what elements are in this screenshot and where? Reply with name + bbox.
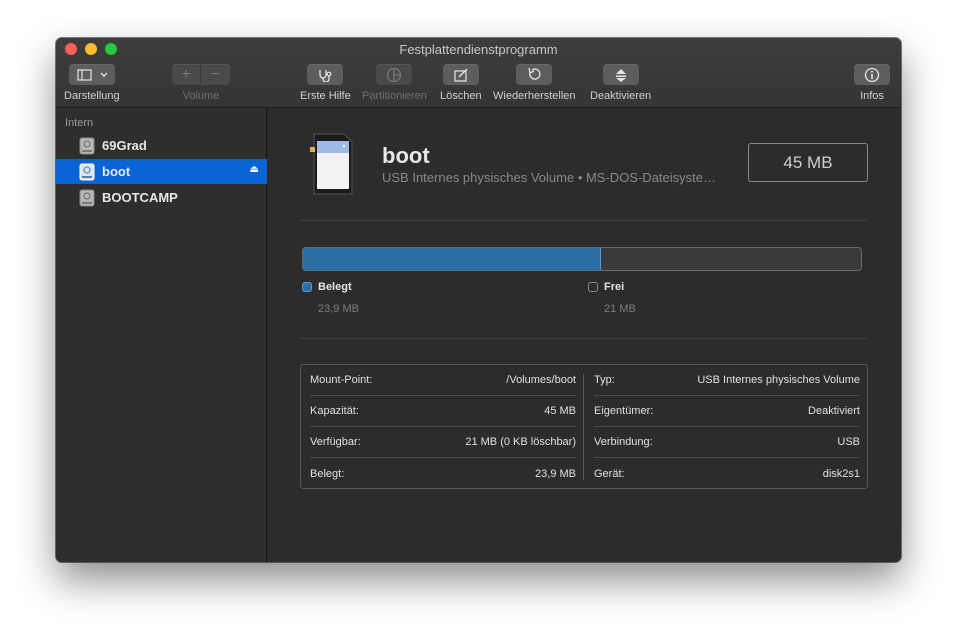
info-row-owners: Eigentümer: Deaktiviert	[594, 396, 860, 427]
eject-icon[interactable]: ⏏	[250, 164, 259, 175]
info-column-divider	[583, 374, 584, 480]
sidebar-view-icon	[77, 68, 108, 81]
view-control: Darstellung	[64, 64, 120, 102]
first-aid-button[interactable]	[307, 64, 344, 85]
sidebar-item-label: BOOTCAMP	[102, 190, 178, 205]
stethoscope-icon	[319, 69, 332, 82]
sidebar-item-boot[interactable]: boot ⏏	[56, 159, 267, 184]
partition-button[interactable]	[376, 64, 413, 85]
erase-icon	[454, 68, 468, 82]
legend-used-label: Belegt	[318, 281, 352, 293]
view-label: Darstellung	[64, 90, 120, 102]
legend-free-value: 21 MB	[604, 303, 636, 315]
info-row-mount-point: Mount-Point: /Volumes/boot	[310, 365, 576, 396]
info-value: Deaktiviert	[808, 405, 860, 417]
unmount-button[interactable]	[602, 64, 639, 85]
restore-button[interactable]	[516, 64, 553, 85]
sidebar-item-label: 69Grad	[102, 138, 147, 153]
unmount-label: Deaktivieren	[590, 90, 652, 102]
info-key: Verfügbar:	[310, 436, 361, 448]
unmount-icon	[615, 68, 626, 82]
legend-used-value: 23,9 MB	[318, 303, 359, 315]
sidebar-item-bootcamp[interactable]: BOOTCAMP	[56, 185, 267, 210]
info-button[interactable]	[854, 64, 890, 85]
info-value: 21 MB (0 KB löschbar)	[465, 436, 576, 448]
minus-icon: −	[210, 65, 221, 83]
restore-icon	[528, 67, 541, 80]
info-value: 45 MB	[544, 405, 576, 417]
info-value: 23,9 MB	[535, 467, 576, 480]
legend-free: Frei 21 MB	[588, 281, 636, 315]
erase-button[interactable]	[442, 64, 479, 85]
info-control: Infos	[854, 64, 890, 102]
volume-label: Volume	[182, 90, 220, 102]
info-key: Verbindung:	[594, 436, 653, 448]
legend-free-label: Frei	[604, 281, 625, 293]
divider	[300, 338, 867, 339]
unmount-control: Deaktivieren	[590, 64, 651, 102]
sidebar: Intern 69Grad boot ⏏ BOOTCAMP	[56, 108, 267, 562]
info-row-type: Typ: USB Internes physisches Volume	[594, 365, 860, 396]
info-key: Gerät:	[594, 467, 625, 480]
volume-control: + − Volume	[172, 64, 230, 102]
info-row-device: Gerät: disk2s1	[594, 458, 860, 489]
info-table: Mount-Point: /Volumes/boot Kapazität: 45…	[300, 364, 868, 489]
info-key: Eigentümer:	[594, 405, 654, 417]
info-row-used: Belegt: 23,9 MB	[310, 458, 576, 489]
sidebar-section-internal: Intern	[65, 117, 94, 129]
info-value: USB Internes physisches Volume	[697, 374, 860, 386]
usage-bar	[302, 247, 862, 271]
restore-label: Wiederherstellen	[493, 90, 576, 102]
info-row-capacity: Kapazität: 45 MB	[310, 396, 576, 427]
main-panel: boot USB Internes physisches Volume • MS…	[268, 108, 901, 562]
first-aid-control: Erste Hilfe	[300, 64, 351, 102]
erase-control: Löschen	[440, 64, 482, 102]
info-row-available: Verfügbar: 21 MB (0 KB löschbar)	[310, 427, 576, 458]
info-key: Mount-Point:	[310, 374, 373, 386]
toolbar: Festplattendienstprogramm Darstellung + …	[56, 38, 901, 108]
divider	[300, 220, 867, 221]
used-swatch	[302, 282, 312, 292]
usage-bar-used	[303, 248, 601, 270]
volume-size: 45 MB	[748, 143, 868, 182]
internal-disk-icon	[79, 163, 95, 180]
info-key: Belegt:	[310, 467, 345, 480]
info-value: disk2s1	[822, 467, 860, 480]
info-key: Kapazität:	[310, 405, 359, 417]
info-value: USB	[837, 436, 860, 448]
plus-icon: +	[181, 65, 191, 83]
info-icon	[864, 67, 880, 82]
volume-subtitle: USB Internes physisches Volume • MS-DOS-…	[382, 170, 717, 185]
erase-label: Löschen	[440, 90, 482, 102]
volume-segment: + −	[172, 64, 230, 85]
sidebar-item-label: boot	[102, 164, 131, 179]
partition-label: Partitionieren	[362, 90, 427, 102]
disk-utility-window: Festplattendienstprogramm Darstellung + …	[56, 38, 901, 562]
sd-card-icon	[310, 133, 353, 195]
internal-disk-icon	[79, 137, 95, 154]
info-value: /Volumes/boot	[506, 374, 576, 386]
view-button[interactable]	[68, 64, 115, 85]
partition-control: Partitionieren	[362, 64, 427, 102]
volume-name: boot	[382, 143, 430, 168]
remove-volume-button[interactable]: −	[201, 64, 230, 85]
info-label: Infos	[860, 90, 884, 102]
partition-icon	[387, 67, 402, 82]
restore-control: Wiederherstellen	[493, 64, 576, 102]
info-row-connection: Verbindung: USB	[594, 427, 860, 458]
info-key: Typ:	[594, 374, 615, 386]
sidebar-item-69grad[interactable]: 69Grad	[56, 133, 267, 158]
free-swatch	[588, 282, 598, 292]
add-volume-button[interactable]: +	[172, 64, 201, 85]
internal-disk-icon	[79, 189, 95, 206]
first-aid-label: Erste Hilfe	[300, 90, 351, 102]
legend-used: Belegt 23,9 MB	[302, 281, 359, 315]
window-title: Festplattendienstprogramm	[399, 42, 558, 57]
